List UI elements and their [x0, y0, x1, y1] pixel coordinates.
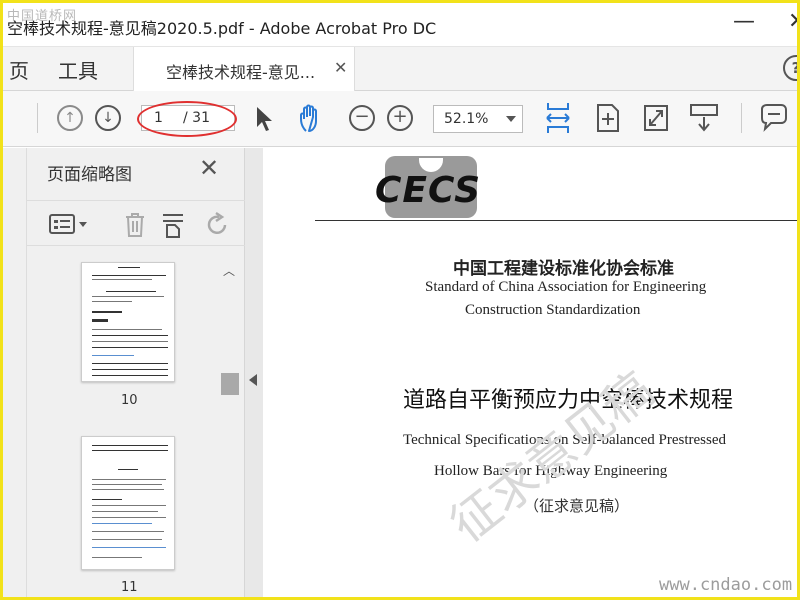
header-rule	[315, 220, 797, 221]
page-thumbnails-panel: 页面缩略图 ✕ 10 11 ︿	[27, 148, 245, 597]
navigation-pane-strip	[3, 148, 27, 597]
logo-text: CECS	[375, 170, 482, 211]
minimize-button[interactable]: —	[733, 9, 755, 34]
menu-home[interactable]: 页	[9, 55, 29, 84]
rotate-icon[interactable]	[203, 211, 231, 239]
collapse-arrow-icon[interactable]	[249, 374, 257, 386]
org-name-cn: 中国工程建设标准化协会标准	[453, 259, 674, 279]
comment-icon[interactable]	[759, 103, 789, 133]
toolbar-divider	[741, 103, 742, 133]
menu-tools[interactable]: 工具	[58, 55, 98, 84]
org-name-en-line1: Standard of China Association for Engine…	[425, 279, 707, 295]
document-tab-label: 空棒技术规程-意见...	[166, 63, 316, 82]
fit-width-icon[interactable]	[543, 101, 573, 135]
page-thumbnail[interactable]	[81, 262, 175, 382]
site-watermark-bottom: www.cndao.com	[659, 575, 793, 595]
org-name-en-line2: Construction Standardization	[465, 302, 641, 318]
menu-tab-bar: 页 工具 空棒技术规程-意见... ✕ ?	[3, 47, 797, 91]
close-panel-button[interactable]: ✕	[199, 154, 219, 182]
fit-page-icon[interactable]	[595, 103, 621, 133]
zoom-value: 52.1%	[444, 111, 489, 127]
fullscreen-icon[interactable]	[643, 103, 669, 133]
options-menu-icon[interactable]	[49, 213, 89, 235]
arrow-up-circle-icon[interactable]: ↑	[57, 105, 83, 131]
insert-page-icon[interactable]	[161, 211, 187, 239]
title-bar: 空棒技术规程-意见稿2020.5.pdf - Adobe Acrobat Pro…	[3, 3, 797, 47]
panel-splitter[interactable]	[245, 148, 263, 597]
arrow-down-circle-icon[interactable]: ↓	[95, 105, 121, 131]
hand-icon[interactable]	[297, 103, 327, 135]
help-icon[interactable]: ?	[783, 55, 797, 81]
thumbnail-page-number: 10	[121, 393, 138, 408]
document-tab-close-button[interactable]: ✕	[334, 58, 347, 77]
panel-toolbar	[27, 200, 245, 246]
page-thumbnail[interactable]	[81, 436, 175, 570]
site-watermark-top: 中国道桥网	[7, 9, 78, 24]
toolbar: ↑ ↓ 1 / 31 − + 52.1%	[3, 91, 797, 147]
thumbnail-scrollbar[interactable]	[221, 260, 239, 597]
pointer-icon[interactable]	[253, 105, 275, 133]
chevron-down-icon	[506, 116, 516, 122]
zoom-out-icon[interactable]: −	[349, 105, 375, 131]
scroll-mode-icon[interactable]	[689, 103, 719, 133]
zoom-select[interactable]: 52.1%	[433, 105, 523, 133]
scrollbar-thumb[interactable]	[221, 373, 239, 395]
panel-title: 页面缩略图	[47, 165, 132, 185]
close-window-button[interactable]: ✕	[788, 9, 797, 34]
thumbnail-page-number: 11	[121, 580, 138, 595]
trash-icon[interactable]	[123, 211, 147, 239]
chevron-up-icon[interactable]: ︿	[223, 262, 235, 279]
toolbar-divider	[37, 103, 38, 133]
annotation-oval	[137, 101, 237, 137]
zoom-in-icon[interactable]: +	[387, 105, 413, 131]
document-tab[interactable]: 空棒技术规程-意见... ✕	[133, 47, 355, 91]
app-window: 空棒技术规程-意见稿2020.5.pdf - Adobe Acrobat Pro…	[0, 0, 800, 600]
document-page: CECS 中国工程建设标准化协会标准 Standard of China Ass…	[263, 148, 797, 597]
